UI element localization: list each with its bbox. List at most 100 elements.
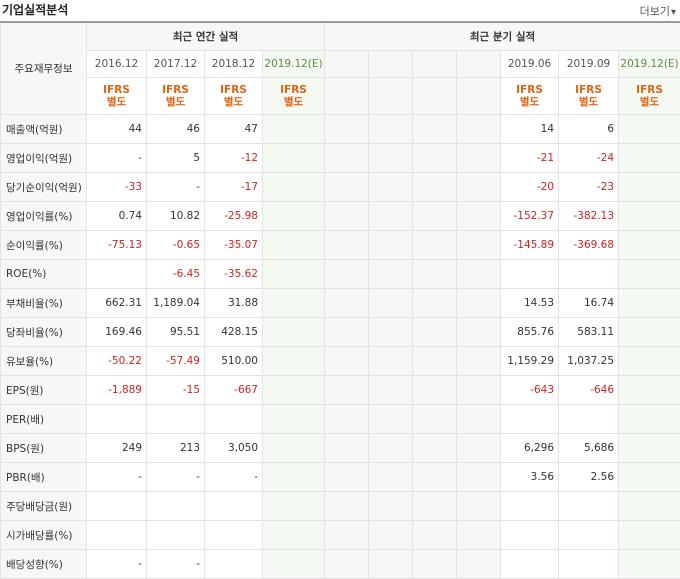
quarter-cell [501, 521, 559, 550]
quarter-cell [413, 463, 457, 492]
annual-cell: -15 [147, 376, 205, 405]
annual-cell: - [147, 173, 205, 202]
table-row: 시가배당률(%) [1, 521, 680, 550]
quarter-cell: -21 [501, 144, 559, 173]
quarter-cell [369, 144, 413, 173]
quarter-cell [457, 492, 501, 521]
annual-cell [263, 405, 325, 434]
ifrs-label: IFRS [263, 84, 324, 96]
quarter-cell [457, 260, 501, 289]
annual-cell [263, 463, 325, 492]
annual-cell: 169.46 [87, 318, 147, 347]
table-row: ROE(%)-6.45-35.62 [1, 260, 680, 289]
quarter-ifrs-6: IFRS별도 [619, 78, 680, 115]
table-row: 순이익률(%)-75.13-0.65-35.07-145.89-369.68 [1, 231, 680, 260]
annual-cell: - [205, 463, 263, 492]
basis-label: 별도 [559, 96, 618, 108]
row-label: 매출액(억원) [1, 115, 87, 144]
quarter-cell [457, 231, 501, 260]
annual-cell: -25.98 [205, 202, 263, 231]
quarter-cell [457, 115, 501, 144]
annual-cell [263, 492, 325, 521]
annual-cell: -50.22 [87, 347, 147, 376]
quarter-cell: 14 [501, 115, 559, 144]
quarter-cell [325, 463, 369, 492]
basis-label: 별도 [147, 96, 204, 108]
quarter-cell [369, 463, 413, 492]
quarter-cell [619, 260, 680, 289]
quarter-cell: -643 [501, 376, 559, 405]
quarter-cell: 2.56 [559, 463, 619, 492]
quarter-cell [559, 405, 619, 434]
quarter-cell [457, 289, 501, 318]
basis-label: 별도 [501, 96, 558, 108]
annual-cell [263, 318, 325, 347]
row-label: 영업이익(억원) [1, 144, 87, 173]
quarter-cell [619, 202, 680, 231]
annual-cell [263, 550, 325, 579]
quarter-cell [457, 173, 501, 202]
quarter-cell: 14.53 [501, 289, 559, 318]
quarter-cell [501, 405, 559, 434]
ifrs-label: IFRS [205, 84, 262, 96]
annual-cell: 662.31 [87, 289, 147, 318]
quarter-cell [369, 260, 413, 289]
quarter-cell [369, 318, 413, 347]
annual-cell [263, 289, 325, 318]
quarter-cell [619, 521, 680, 550]
quarter-cell [369, 202, 413, 231]
annual-ifrs-1: IFRS별도 [147, 78, 205, 115]
annual-cell: -57.49 [147, 347, 205, 376]
quarter-cell [369, 231, 413, 260]
quarter-cell [457, 347, 501, 376]
table-row: 당좌비율(%)169.4695.51428.15855.76583.11 [1, 318, 680, 347]
quarter-cell [413, 492, 457, 521]
annual-period-2: 2018.12 [205, 51, 263, 78]
quarter-cell [369, 347, 413, 376]
quarter-cell [369, 521, 413, 550]
annual-cell: 44 [87, 115, 147, 144]
annual-cell [263, 231, 325, 260]
row-label: EPS(원) [1, 376, 87, 405]
quarter-cell [413, 231, 457, 260]
annual-cell [263, 144, 325, 173]
row-label: 영업이익률(%) [1, 202, 87, 231]
annual-cell [263, 521, 325, 550]
quarter-cell [325, 492, 369, 521]
basis-label: 별도 [619, 96, 680, 108]
annual-ifrs-0: IFRS별도 [87, 78, 147, 115]
financial-analysis-table: 주요재무정보 최근 연간 실적 최근 분기 실적 2016.122017.122… [0, 21, 680, 579]
table-row: 당기순이익(억원)-33--17-20-23 [1, 173, 680, 202]
more-link[interactable]: 더보기▾ [640, 3, 676, 19]
quarter-cell [413, 202, 457, 231]
quarter-period-4: 2019.06 [501, 51, 559, 78]
row-label: ROE(%) [1, 260, 87, 289]
quarter-cell [413, 405, 457, 434]
quarter-cell [369, 434, 413, 463]
section-title: 기업실적분석 [2, 1, 68, 18]
annual-cell: 213 [147, 434, 205, 463]
annual-cell [263, 434, 325, 463]
annual-cell: -6.45 [147, 260, 205, 289]
quarter-cell [325, 260, 369, 289]
quarter-period-5: 2019.09 [559, 51, 619, 78]
quarter-cell [559, 550, 619, 579]
annual-cell [263, 347, 325, 376]
quarter-cell [457, 521, 501, 550]
quarter-cell [501, 492, 559, 521]
row-label: PBR(배) [1, 463, 87, 492]
quarter-cell [325, 434, 369, 463]
row-label: 유보율(%) [1, 347, 87, 376]
quarter-cell [457, 434, 501, 463]
quarter-cell: 6 [559, 115, 619, 144]
quarter-cell: -382.13 [559, 202, 619, 231]
quarter-period-6: 2019.12(E) [619, 51, 680, 78]
annual-cell: - [147, 550, 205, 579]
quarter-ifrs-0 [325, 78, 369, 115]
row-label: 당기순이익(억원) [1, 173, 87, 202]
annual-cell [263, 260, 325, 289]
table-row: PBR(배)---3.562.56 [1, 463, 680, 492]
quarter-cell [619, 144, 680, 173]
annual-cell: 46 [147, 115, 205, 144]
row-header: 주요재무정보 [1, 22, 87, 115]
